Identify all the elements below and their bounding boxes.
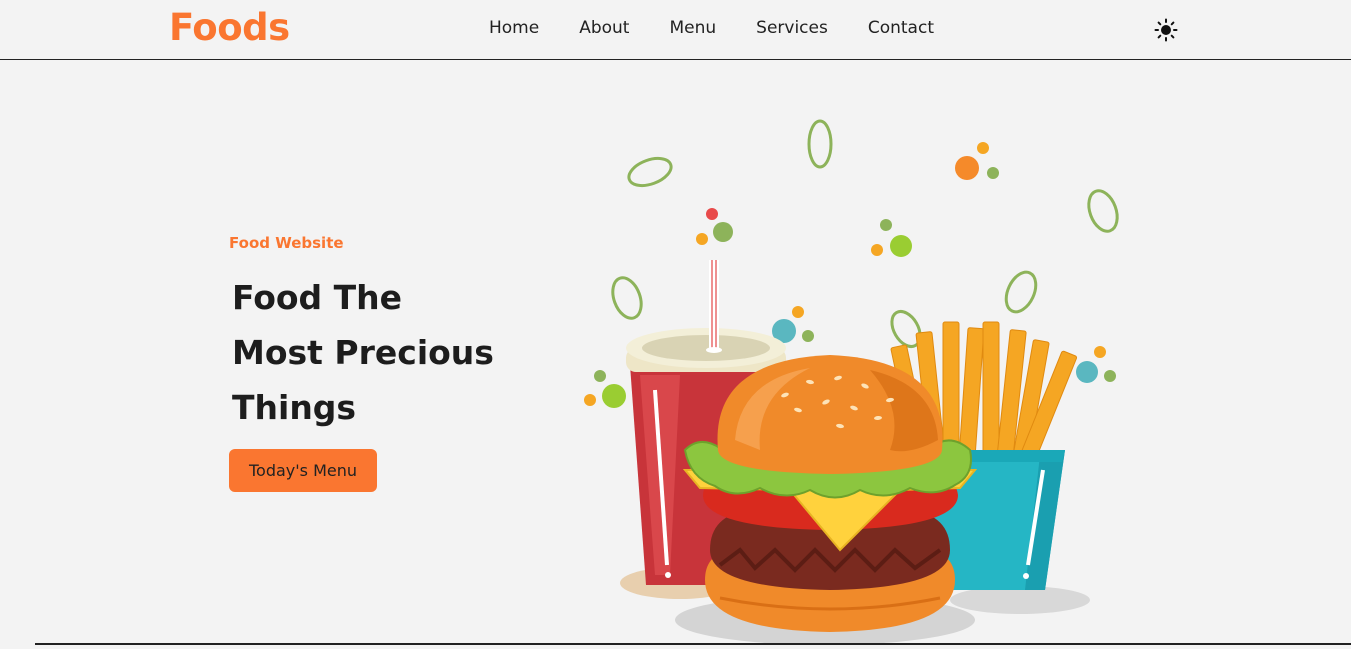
- site-logo[interactable]: Foods: [169, 6, 290, 49]
- todays-menu-button[interactable]: Today's Menu: [229, 449, 378, 492]
- hero-title-line-2: Most Precious: [232, 333, 494, 372]
- hero-title-line-1: Food The: [232, 278, 403, 317]
- nav-home[interactable]: Home: [489, 18, 539, 38]
- nav-menu[interactable]: Menu: [669, 18, 716, 38]
- hero-subtitle: Food Website: [229, 234, 344, 252]
- sun-icon[interactable]: [1154, 18, 1178, 42]
- main-nav: Home About Menu Services Contact: [489, 18, 974, 38]
- site-header: Foods Home About Menu Services Contact: [0, 0, 1351, 60]
- nav-contact[interactable]: Contact: [868, 18, 934, 38]
- hero-title-line-3: Things: [232, 388, 357, 427]
- nav-about[interactable]: About: [579, 18, 629, 38]
- hero-section: Food Website Food The Most Precious Thin…: [229, 234, 549, 492]
- nav-services[interactable]: Services: [756, 18, 828, 38]
- burger-fries-drink-illustration: [570, 110, 1130, 645]
